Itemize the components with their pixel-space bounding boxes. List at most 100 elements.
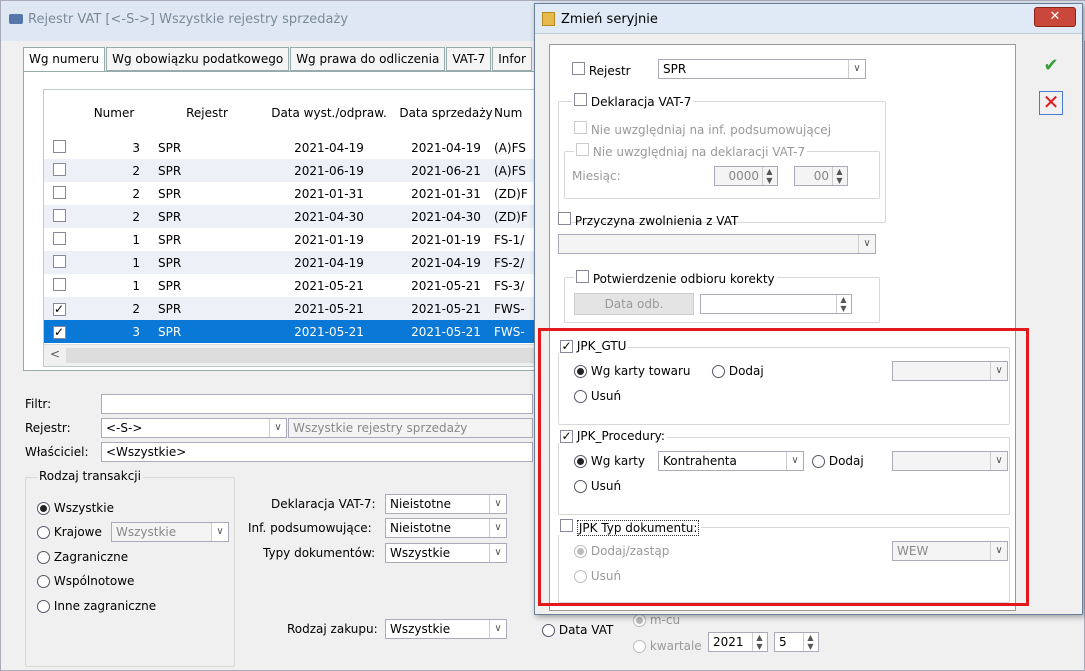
table-row[interactable]: 1 SPR 2021-01-19 2021-01-19 FS-1/ [44, 228, 542, 251]
radio-kwartale[interactable]: kwartale [633, 639, 702, 653]
checkbox-icon[interactable] [52, 162, 66, 176]
types-select[interactable]: Wszystkie ∨ [385, 543, 507, 563]
filter-input[interactable] [101, 394, 533, 414]
checkbox-icon[interactable]: ✓ [52, 325, 66, 339]
checkbox-icon[interactable] [572, 62, 585, 75]
stepper-arrows-icon[interactable]: ▲ ▼ [752, 633, 766, 651]
col-data-sprz[interactable]: Data sprzedaży [398, 106, 494, 120]
radio-wspolnotowe[interactable]: Wspólnotowe [37, 574, 134, 588]
col-num[interactable]: Num [494, 106, 534, 120]
krajowe-select-value: Wszystkie [116, 525, 177, 539]
row-checkbox[interactable] [44, 254, 74, 271]
checkbox-icon[interactable] [52, 231, 66, 245]
highlight-frame [538, 328, 1029, 606]
radio-mcu[interactable]: m-cu [633, 613, 680, 627]
checkbox-icon[interactable] [52, 277, 66, 291]
dialog-rejestr-select[interactable]: SPR ∨ [658, 59, 866, 79]
scroll-thumb[interactable] [66, 348, 536, 363]
decl-checkbox[interactable]: Deklaracja VAT-7 [572, 93, 694, 109]
checkbox-icon[interactable] [52, 185, 66, 199]
radio-inne[interactable]: Inne zagraniczne [37, 599, 156, 613]
cell-d2: 2021-04-30 [411, 209, 481, 224]
inf-select[interactable]: Nieistotne ∨ [385, 518, 507, 538]
checkbox-icon[interactable] [52, 139, 66, 153]
cell-rej: SPR [158, 324, 182, 339]
checkbox-icon[interactable] [576, 270, 589, 283]
chevron-down-icon[interactable]: ∨ [489, 495, 506, 513]
row-checkbox[interactable] [44, 277, 74, 294]
radio-datavat[interactable]: Data VAT [542, 623, 613, 637]
col-data-wyst[interactable]: Data wyst./odpraw. [260, 106, 398, 120]
checkbox-icon[interactable]: ✓ [52, 302, 66, 316]
radio-icon[interactable] [542, 624, 555, 637]
row-checkbox[interactable] [44, 231, 74, 248]
chevron-down-icon[interactable]: ∨ [489, 620, 506, 638]
row-checkbox[interactable]: ✓ [44, 302, 74, 316]
horizontal-scrollbar[interactable]: < [44, 344, 542, 366]
cell-n: (A)FS [494, 140, 526, 155]
month-stepper[interactable]: 5 ▲ ▼ [774, 632, 819, 652]
table-row[interactable]: 2 SPR 2021-04-30 2021-04-30 (ZD)F [44, 205, 542, 228]
row-checkbox[interactable] [44, 185, 74, 202]
table-row[interactable]: 3 SPR 2021-04-19 2021-04-19 (A)FS [44, 136, 542, 159]
tab-wg-numeru[interactable]: Wg numeru [23, 47, 106, 73]
table-row[interactable]: 2 SPR 2021-06-19 2021-06-21 (A)FS [44, 159, 542, 182]
radio-wszystkie[interactable]: Wszystkie [37, 501, 114, 515]
col-numer[interactable]: Numer [74, 106, 154, 120]
documents-grid[interactable]: Numer Rejestr Data wyst./odpraw. Data sp… [43, 89, 543, 367]
cell-num: 2 [132, 186, 140, 201]
radio-icon[interactable] [37, 600, 50, 613]
date-odb-button[interactable]: Data odb. [574, 293, 694, 315]
year-stepper[interactable]: 2021 ▲ ▼ [708, 632, 768, 652]
purchase-select[interactable]: Wszystkie ∨ [385, 619, 507, 639]
row-checkbox[interactable] [44, 162, 74, 179]
chevron-down-icon[interactable]: ∨ [848, 60, 865, 78]
radio-icon[interactable] [37, 551, 50, 564]
rejestr-select[interactable]: <-S-> ∨ [101, 418, 287, 438]
checkbox-icon[interactable] [52, 254, 66, 268]
cell-d2: 2021-05-21 [411, 301, 481, 316]
stepper-arrows-icon[interactable]: ▲ ▼ [803, 633, 817, 651]
col-rejestr[interactable]: Rejestr [154, 106, 260, 120]
stepper-arrows-icon[interactable]: ▲ ▼ [836, 295, 850, 313]
exempt-checkbox[interactable]: Przyczyna zwolnienia z VAT [558, 212, 738, 228]
checkbox-icon[interactable] [52, 208, 66, 222]
tab-vat7[interactable]: VAT-7 [446, 47, 492, 71]
scroll-left-icon[interactable]: < [50, 347, 60, 361]
radio-icon[interactable] [37, 575, 50, 588]
cell-num: 1 [132, 255, 140, 270]
checkbox-icon [574, 121, 587, 134]
radio-icon[interactable] [633, 614, 646, 627]
rejestr-checkbox[interactable]: Rejestr [572, 62, 631, 78]
cell-d1: 2021-01-31 [294, 186, 364, 201]
owner-select[interactable]: <Wszystkie> [101, 442, 533, 462]
table-row[interactable]: 1 SPR 2021-04-19 2021-04-19 FS-2/ [44, 251, 542, 274]
decl-select[interactable]: Nieistotne ∨ [385, 494, 507, 514]
close-button[interactable]: ✕ [1034, 7, 1076, 27]
chevron-down-icon[interactable]: ∨ [489, 519, 506, 537]
table-row[interactable]: ✓ 2 SPR 2021-05-21 2021-05-21 FWS- [44, 297, 542, 320]
tab-infor[interactable]: Infor [492, 47, 532, 71]
radio-zagraniczne[interactable]: Zagraniczne [37, 550, 128, 564]
confirm-button[interactable]: ✔ [1039, 55, 1063, 79]
radio-krajowe[interactable]: Krajowe [37, 525, 102, 539]
radio-icon[interactable] [633, 640, 646, 653]
row-checkbox[interactable] [44, 208, 74, 225]
tab-wg-prawa[interactable]: Wg prawa do odliczenia [290, 47, 446, 71]
table-row[interactable]: 1 SPR 2021-05-21 2021-05-21 FS-3/ [44, 274, 542, 297]
radio-icon[interactable] [37, 526, 50, 539]
table-row[interactable]: ✓ 3 SPR 2021-05-21 2021-05-21 FWS- [44, 320, 542, 343]
cancel-button[interactable]: ✕ [1039, 91, 1063, 115]
cell-d2: 2021-06-21 [411, 163, 481, 178]
confirm-checkbox[interactable]: Potwierdzenie odbioru korekty [574, 270, 777, 286]
row-checkbox[interactable]: ✓ [44, 325, 74, 339]
checkbox-icon[interactable] [574, 93, 587, 106]
table-row[interactable]: 2 SPR 2021-01-31 2021-01-31 (ZD)F [44, 182, 542, 205]
radio-icon[interactable] [37, 502, 50, 515]
chevron-down-icon[interactable]: ∨ [269, 419, 286, 437]
row-checkbox[interactable] [44, 139, 74, 156]
chevron-down-icon[interactable]: ∨ [489, 544, 506, 562]
tab-wg-obowiazku[interactable]: Wg obowiązku podatkowego [106, 47, 290, 71]
checkbox-icon[interactable] [558, 212, 571, 225]
date-odb-input[interactable]: ▲ ▼ [700, 294, 852, 314]
